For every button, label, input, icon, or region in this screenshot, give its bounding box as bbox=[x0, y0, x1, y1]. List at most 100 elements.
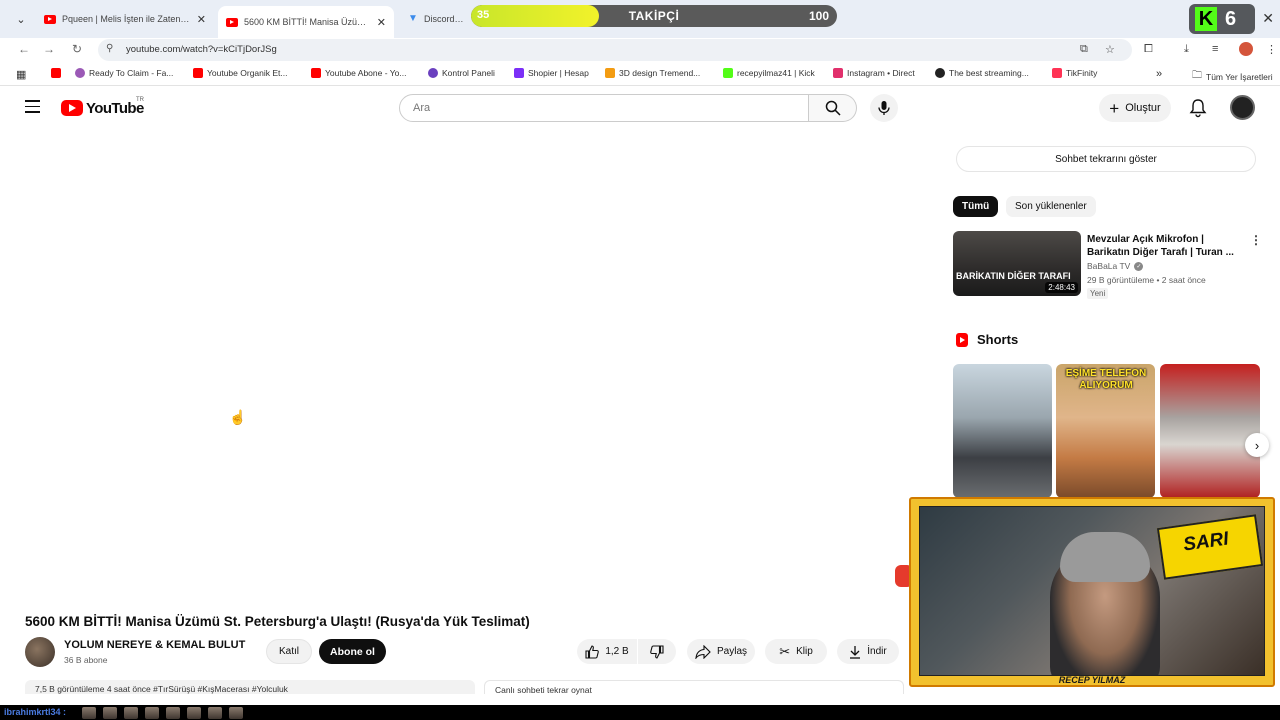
follower-label: TAKİPÇİ bbox=[628, 9, 680, 23]
search-input[interactable]: Ara bbox=[399, 94, 809, 122]
join-button[interactable]: Katıl bbox=[266, 639, 312, 664]
voice-search-button[interactable] bbox=[870, 94, 898, 122]
chat-emote-icon bbox=[229, 707, 243, 719]
short-thumbnail[interactable] bbox=[1160, 364, 1260, 498]
subscriber-count: 36 B abone bbox=[64, 655, 108, 665]
channel-avatar[interactable] bbox=[25, 637, 55, 667]
all-bookmarks-label: Tüm Yer İşaretleri bbox=[1206, 71, 1273, 82]
bookmark-icon bbox=[605, 68, 615, 78]
youtube-header: YouTube TR Ara + Oluştur bbox=[0, 88, 1280, 128]
apps-grid-icon[interactable]: ▦ bbox=[16, 68, 26, 81]
bookmark-item[interactable]: Youtube Organik Et... bbox=[193, 68, 288, 78]
download-icon[interactable]: ⤓ bbox=[1184, 43, 1189, 56]
channel-name[interactable]: YOLUM NEREYE & KEMAL BULUT bbox=[64, 639, 245, 651]
bookmark-youtube[interactable] bbox=[51, 68, 61, 78]
bookmark-item[interactable]: TikFinity bbox=[1052, 68, 1097, 78]
media-controls-icon[interactable]: ≡ bbox=[1212, 43, 1218, 55]
account-avatar[interactable] bbox=[1230, 95, 1255, 120]
shorts-next-arrow-icon[interactable]: › bbox=[1245, 433, 1269, 457]
url-text: youtube.com/watch?v=kCiTjDorJSg bbox=[126, 44, 277, 55]
chat-emote-icon bbox=[145, 707, 159, 719]
recommended-channel[interactable]: BaBaLa TV ✓ bbox=[1087, 261, 1144, 271]
more-options-icon[interactable]: ⋮ bbox=[1250, 233, 1262, 247]
show-chat-replay-button[interactable]: Sohbet tekrarını göster bbox=[956, 146, 1256, 172]
bookmark-item[interactable]: 3D design Tremend... bbox=[605, 68, 700, 78]
bookmark-icon bbox=[833, 68, 843, 78]
bookmark-label: Youtube Abone - Yo... bbox=[325, 68, 407, 78]
notifications-bell-icon[interactable] bbox=[1189, 98, 1207, 118]
webcam-feed: SARI bbox=[919, 506, 1265, 676]
browser-tab[interactable]: Pqueen | Melis İşten ile Zaten Ç... ✕ bbox=[36, 6, 214, 32]
bookmark-item[interactable]: The best streaming... bbox=[935, 68, 1029, 78]
site-info-icon[interactable]: ⚲ bbox=[106, 43, 113, 54]
youtube-logo-icon[interactable] bbox=[61, 100, 83, 116]
chip-all[interactable]: Tümü bbox=[953, 196, 999, 217]
address-bar[interactable]: ⚲ youtube.com/watch?v=kCiTjDorJSg bbox=[98, 39, 1132, 61]
chat-emote-icon bbox=[82, 707, 96, 719]
bookmark-label: 3D design Tremend... bbox=[619, 68, 701, 78]
bookmark-label: Kontrol Paneli bbox=[442, 68, 495, 78]
more-bookmarks-icon[interactable]: » bbox=[1156, 68, 1162, 80]
bookmark-item[interactable]: recepyilmaz41 | Kick bbox=[723, 68, 815, 78]
video-description[interactable]: 7,5 B görüntüleme 4 saat önce #TırSürüşü… bbox=[25, 680, 475, 694]
window-close-icon[interactable]: ✕ bbox=[1262, 10, 1274, 27]
scissors-icon: ✂ bbox=[779, 643, 791, 659]
menu-kebab-icon[interactable]: ⋮ bbox=[1266, 43, 1277, 56]
folder-icon: 🗀 bbox=[1192, 70, 1202, 81]
share-button[interactable]: Paylaş bbox=[687, 639, 755, 664]
kick-logo-icon: K bbox=[1195, 7, 1217, 31]
tab-title: Discord İnd... bbox=[424, 14, 464, 24]
like-button[interactable]: 1,2 B bbox=[577, 639, 637, 664]
search-placeholder: Ara bbox=[413, 102, 431, 114]
menu-hamburger-icon[interactable] bbox=[25, 100, 40, 117]
reload-icon[interactable]: ↻ bbox=[72, 42, 82, 56]
bookmark-label: The best streaming... bbox=[949, 68, 1029, 78]
create-button[interactable]: + Oluştur bbox=[1099, 94, 1171, 122]
streamer-hair bbox=[1060, 532, 1150, 582]
download-button[interactable]: İndir bbox=[837, 639, 899, 664]
bookmark-item[interactable]: Instagram • Direct bbox=[833, 68, 915, 78]
tab-search-dropdown[interactable]: ⌄ bbox=[10, 9, 32, 29]
bookmark-item[interactable]: Shopier | Hesap bbox=[514, 68, 589, 78]
video-duration: 2:48:43 bbox=[1045, 282, 1078, 293]
dislike-button[interactable] bbox=[638, 639, 676, 664]
bookmark-item[interactable]: Youtube Abone - Yo... bbox=[311, 68, 406, 78]
recommended-video-thumbnail[interactable]: BARİKATIN DİĞER TARAFI 2:48:43 bbox=[953, 231, 1081, 296]
bookmark-item[interactable]: Ready To Claim - Fa... bbox=[75, 68, 173, 78]
microphone-icon bbox=[878, 101, 890, 115]
close-tab-icon[interactable]: ✕ bbox=[197, 13, 206, 26]
extensions-icon[interactable]: ⧠ bbox=[1144, 43, 1153, 56]
plus-icon: + bbox=[1109, 98, 1120, 118]
share-label: Paylaş bbox=[716, 646, 747, 657]
video-player[interactable] bbox=[24, 140, 924, 600]
subscribe-button[interactable]: Abone ol bbox=[319, 639, 386, 664]
install-app-icon[interactable]: ⧉ bbox=[1080, 43, 1088, 56]
close-tab-icon[interactable]: ✕ bbox=[377, 16, 386, 29]
bookmark-icon bbox=[193, 68, 203, 78]
recommended-video-title[interactable]: Mevzular Açık Mikrofon | Barikatın Diğer… bbox=[1087, 233, 1247, 259]
chat-emote-icon bbox=[103, 707, 117, 719]
all-bookmarks[interactable]: 🗀 Tüm Yer İşaretleri bbox=[1192, 68, 1273, 85]
browser-tab[interactable]: ▼ Discord İnd... bbox=[400, 6, 472, 32]
forward-icon[interactable]: → bbox=[43, 42, 55, 56]
youtube-icon bbox=[51, 68, 61, 78]
clip-label: Klip bbox=[796, 646, 813, 657]
bookmark-star-icon[interactable]: ☆ bbox=[1105, 43, 1115, 56]
chat-emote-icon bbox=[124, 707, 138, 719]
short-thumbnail[interactable]: EŞİME TELEFON ALIYORUM bbox=[1056, 364, 1155, 498]
back-icon[interactable]: ← bbox=[18, 42, 30, 56]
search-button[interactable] bbox=[809, 94, 857, 122]
bookmark-label: recepyilmaz41 | Kick bbox=[737, 68, 815, 78]
profile-avatar-icon[interactable] bbox=[1239, 42, 1253, 56]
bookmark-item[interactable]: Kontrol Paneli bbox=[428, 68, 495, 78]
clip-button[interactable]: ✂ Klip bbox=[765, 639, 827, 664]
country-code: TR bbox=[136, 97, 144, 103]
recommended-channel-name: BaBaLa TV bbox=[1087, 261, 1131, 271]
streamer-webcam: SARI RECEP YILMAZ bbox=[909, 497, 1275, 687]
share-icon bbox=[695, 644, 711, 659]
thumbnail-overlay-text: BARİKATIN DİĞER TARAFI bbox=[956, 271, 1071, 281]
short-thumbnail[interactable] bbox=[953, 364, 1052, 498]
browser-tab-active[interactable]: 5600 KM BİTTİ! Manisa Üzümü S... ✕ bbox=[218, 6, 394, 38]
chip-recently-uploaded[interactable]: Son yüklenenler bbox=[1006, 196, 1096, 217]
live-chat-replay-header[interactable]: Canlı sohbeti tekrar oynat bbox=[484, 680, 904, 695]
